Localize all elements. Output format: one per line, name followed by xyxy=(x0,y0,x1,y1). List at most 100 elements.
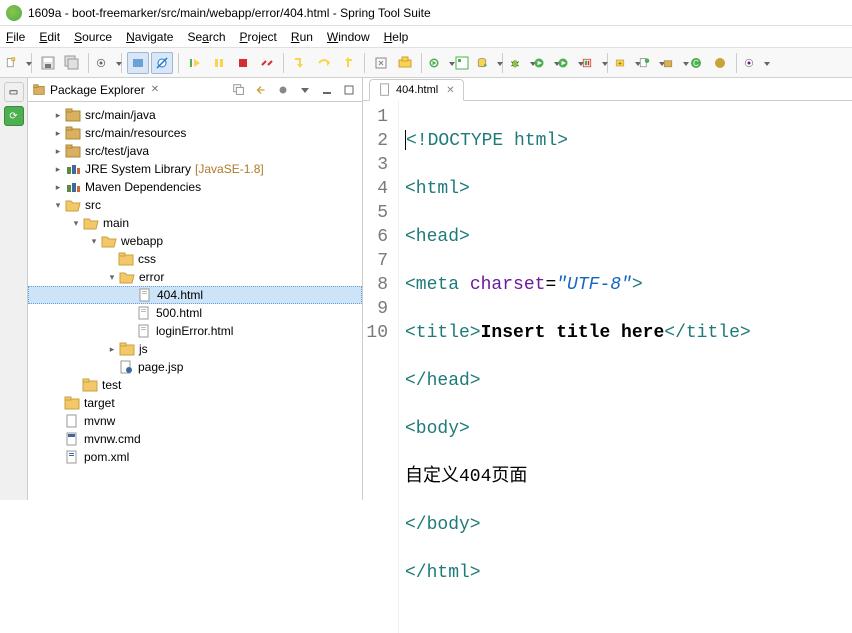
package-icon xyxy=(32,83,46,97)
tree-label: mvnw xyxy=(84,414,115,428)
new-package-button[interactable] xyxy=(661,52,683,74)
svg-text:C: C xyxy=(693,59,699,68)
close-icon[interactable]: ✕ xyxy=(151,84,159,95)
tree-label-extra: [JavaSE-1.8] xyxy=(195,162,264,176)
editor-tab-bar: 404.html ✕ xyxy=(363,78,852,101)
menu-source[interactable]: Source xyxy=(74,30,112,44)
coverage-button[interactable] xyxy=(580,52,602,74)
link-editor-button[interactable] xyxy=(252,81,270,99)
editor-tab-label: 404.html xyxy=(396,84,438,96)
minimize-view-button[interactable] xyxy=(318,81,336,99)
run-last-button[interactable] xyxy=(556,52,578,74)
step-over-button[interactable] xyxy=(313,52,335,74)
relaunch-button[interactable] xyxy=(427,52,449,74)
toggle-rect-button[interactable] xyxy=(127,52,149,74)
menu-run[interactable]: Run xyxy=(291,30,313,44)
tree-node-test[interactable]: test xyxy=(28,376,362,394)
tree-node-jre[interactable]: ▸JRE System Library[JavaSE-1.8] xyxy=(28,160,362,178)
drop-frame-button[interactable] xyxy=(370,52,392,74)
tree-node-404[interactable]: 404.html xyxy=(28,286,362,304)
line-gutter: 1 2 3 4 5 6 7 8 9 10 xyxy=(363,101,399,633)
collapse-all-button[interactable] xyxy=(230,81,248,99)
tree-label: mvnw.cmd xyxy=(84,432,141,446)
tree-node-src-test-java[interactable]: ▸src/test/java xyxy=(28,142,362,160)
step-filters-button[interactable] xyxy=(394,52,416,74)
new-button[interactable] xyxy=(4,52,26,74)
tree-node-loginerror[interactable]: loginError.html xyxy=(28,322,362,340)
new-server-button[interactable]: + xyxy=(613,52,635,74)
menu-help[interactable]: Help xyxy=(384,30,409,44)
tree-label: page.jsp xyxy=(138,360,183,374)
tree-label: test xyxy=(102,378,121,392)
tree-node-pagejsp[interactable]: page.jsp xyxy=(28,358,362,376)
svg-text:+: + xyxy=(618,61,622,67)
servers-button[interactable] xyxy=(475,52,497,74)
boot-dash-button[interactable] xyxy=(451,52,473,74)
new-class-button[interactable]: C xyxy=(685,52,707,74)
skip-breakpoints-button[interactable] xyxy=(151,52,173,74)
app-icon xyxy=(6,5,22,21)
tree-node-maven[interactable]: ▸Maven Dependencies xyxy=(28,178,362,196)
maximize-view-button[interactable] xyxy=(340,81,358,99)
switch-button[interactable] xyxy=(94,52,116,74)
tree-node-main[interactable]: ▾main xyxy=(28,214,362,232)
tree-label: css xyxy=(138,252,156,266)
menu-project[interactable]: Project xyxy=(240,30,277,44)
package-tree[interactable]: ▸src/main/java ▸src/main/resources ▸src/… xyxy=(28,102,362,500)
tree-node-target[interactable]: target xyxy=(28,394,362,412)
debug-button[interactable] xyxy=(508,52,530,74)
tree-node-js[interactable]: ▸js xyxy=(28,340,362,358)
spring-view-button[interactable]: ⟳ xyxy=(4,106,24,126)
file-icon xyxy=(378,83,392,97)
code-content[interactable]: <!DOCTYPE html> <html> <head> <meta char… xyxy=(399,101,751,633)
save-all-button[interactable] xyxy=(61,52,83,74)
view-menu-button[interactable] xyxy=(296,81,314,99)
tree-node-css[interactable]: css xyxy=(28,250,362,268)
window-title: 1609a - boot-freemarker/src/main/webapp/… xyxy=(28,6,431,20)
menu-window[interactable]: Window xyxy=(327,30,370,44)
menu-navigate[interactable]: Navigate xyxy=(126,30,173,44)
tree-label: JRE System Library xyxy=(85,162,191,176)
line-number: 2 xyxy=(363,129,388,153)
editor-tab-404[interactable]: 404.html ✕ xyxy=(369,79,464,101)
focus-task-button[interactable] xyxy=(274,81,292,99)
open-task-button[interactable] xyxy=(742,52,764,74)
tree-node-error[interactable]: ▾error xyxy=(28,268,362,286)
new-java-button[interactable] xyxy=(637,52,659,74)
line-number: 1 xyxy=(363,105,388,129)
tree-node-mvnw[interactable]: mvnw xyxy=(28,412,362,430)
explorer-tab-bar: Package Explorer ✕ xyxy=(28,78,362,102)
suspend-button[interactable] xyxy=(208,52,230,74)
disconnect-button[interactable] xyxy=(256,52,278,74)
tree-node-500[interactable]: 500.html xyxy=(28,304,362,322)
code-editor[interactable]: 1 2 3 4 5 6 7 8 9 10 <!DOCTYPE html> <ht… xyxy=(363,101,852,633)
tree-label: 404.html xyxy=(157,288,203,302)
terminate-button[interactable] xyxy=(232,52,254,74)
editor-area: 404.html ✕ 1 2 3 4 5 6 7 8 9 10 <!DOCTYP… xyxy=(363,78,852,500)
restore-view-button[interactable]: ▭ xyxy=(4,82,24,102)
tree-node-src-main-resources[interactable]: ▸src/main/resources xyxy=(28,124,362,142)
tree-node-pom[interactable]: pom.xml xyxy=(28,448,362,466)
tree-label: target xyxy=(84,396,115,410)
tree-label: pom.xml xyxy=(84,450,129,464)
new-type-button[interactable] xyxy=(709,52,731,74)
step-return-button[interactable] xyxy=(337,52,359,74)
tree-node-src-main-java[interactable]: ▸src/main/java xyxy=(28,106,362,124)
line-number: 5 xyxy=(363,201,388,225)
menu-bar: File Edit Source Navigate Search Project… xyxy=(0,26,852,48)
save-button[interactable] xyxy=(37,52,59,74)
menu-search[interactable]: Search xyxy=(187,30,225,44)
run-button[interactable] xyxy=(532,52,554,74)
tree-node-webapp[interactable]: ▾webapp xyxy=(28,232,362,250)
step-into-button[interactable] xyxy=(289,52,311,74)
line-number: 6 xyxy=(363,225,388,249)
package-explorer-view: Package Explorer ✕ ▸src/main/java ▸src/m… xyxy=(28,78,363,500)
tree-label: src xyxy=(85,198,101,212)
tree-node-src[interactable]: ▾src xyxy=(28,196,362,214)
tree-node-mvnwcmd[interactable]: mvnw.cmd xyxy=(28,430,362,448)
menu-edit[interactable]: Edit xyxy=(39,30,60,44)
menu-file[interactable]: File xyxy=(6,30,25,44)
close-icon[interactable]: ✕ xyxy=(446,85,454,96)
tree-label: js xyxy=(139,342,148,356)
resume-button[interactable] xyxy=(184,52,206,74)
